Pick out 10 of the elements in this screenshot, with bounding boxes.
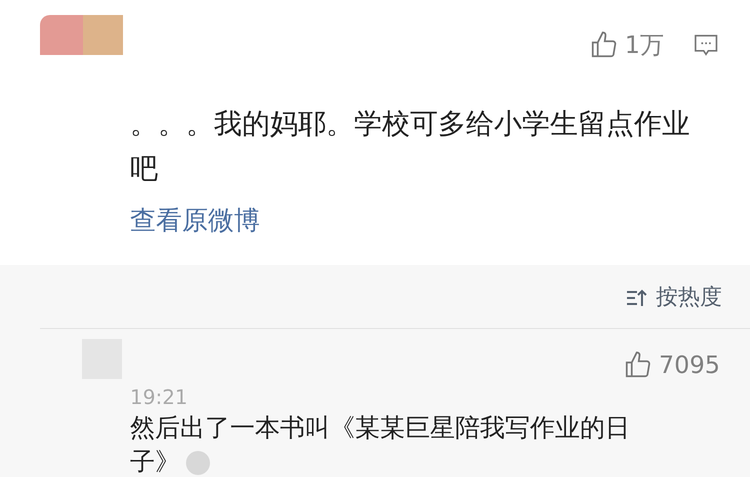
emoji-icon [186,451,210,476]
comment-text: 。。。我的妈耶。学校可多给小学生留点作业吧 [130,106,691,187]
comment-time: 19:21 [130,385,189,409]
sort-button[interactable]: 按热度 [626,281,722,314]
avatar[interactable] [40,15,123,55]
view-original-link[interactable]: 查看原微博 [130,203,260,239]
sort-icon [626,288,648,308]
like-button[interactable]: 7095 [622,347,720,383]
comment-text: 然后出了一本书叫《某某巨星陪我写作业的日子》 [130,412,631,477]
like-button[interactable]: 1万 [588,27,664,63]
